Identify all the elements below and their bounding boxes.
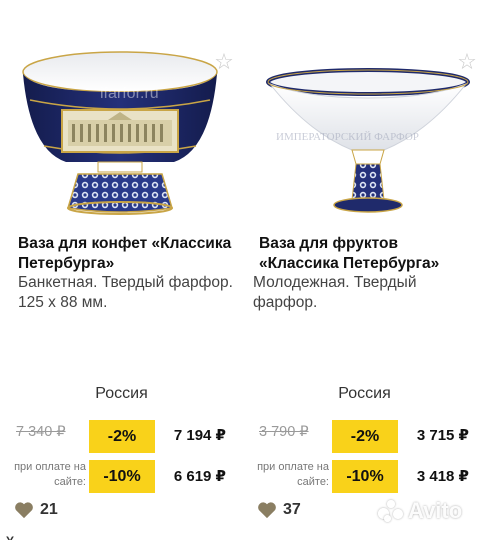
like-button[interactable]: 21	[14, 501, 58, 519]
old-price: 7 340 ₽	[16, 424, 66, 440]
star-outline-icon[interactable]: ☆	[455, 50, 479, 74]
product-country: Россия	[338, 385, 391, 402]
heart-icon	[15, 502, 33, 519]
star-outline-icon[interactable]: ☆	[212, 50, 236, 74]
discounted-price: 3 715 ₽	[416, 427, 469, 444]
like-button[interactable]: 37	[257, 501, 301, 519]
product-description: Молодежная. Твердый фарфор.	[253, 274, 417, 311]
like-count: 37	[283, 501, 301, 518]
online-payment-note: при оплате на сайте:	[257, 461, 329, 488]
avito-watermark: Avito	[378, 498, 462, 524]
product-photo-candy-vase[interactable]: ifarfor.ru	[0, 40, 238, 222]
online-price: 3 418 ₽	[416, 468, 469, 485]
product-description: Банкетная. Твердый фарфор. 125 х 88 мм.	[18, 274, 233, 311]
discount-badge: -2%	[89, 420, 155, 453]
product-card-2[interactable]: ИМПЕРАТОРСКИЙ ФАРФОР ☆ Ваза для фруктов …	[243, 0, 486, 540]
avito-logo-icon	[378, 500, 404, 522]
online-discount-badge: -10%	[89, 460, 155, 493]
online-price: 6 619 ₽	[173, 468, 226, 485]
online-discount-badge: -10%	[332, 460, 398, 493]
product-country: Россия	[95, 385, 148, 402]
product-photo-fruit-vase[interactable]: ИМПЕРАТОРСКИЙ ФАРФОР	[248, 40, 486, 222]
discount-badge: -2%	[332, 420, 398, 453]
old-price: 3 790 ₽	[259, 424, 309, 440]
product-title[interactable]: Ваза для конфет «Классика Петербурга»	[18, 234, 236, 274]
discounted-price: 7 194 ₽	[173, 427, 226, 444]
product-title[interactable]: Ваза для фруктов «Классика Петербурга»	[259, 234, 477, 274]
product-card-1[interactable]: ifarfor.ru ☆ Ваза для конфет «Классика П…	[0, 0, 243, 540]
avito-watermark-text: Avito	[408, 498, 463, 523]
photo-watermark-text: ifarfor.ru	[100, 85, 159, 102]
like-count: 21	[40, 501, 58, 518]
next-row-text-fragment: Y	[6, 534, 14, 540]
heart-icon	[258, 502, 276, 519]
online-payment-note: при оплате на сайте:	[14, 461, 86, 488]
photo-watermark-text: ИМПЕРАТОРСКИЙ ФАРФОР	[276, 131, 419, 143]
